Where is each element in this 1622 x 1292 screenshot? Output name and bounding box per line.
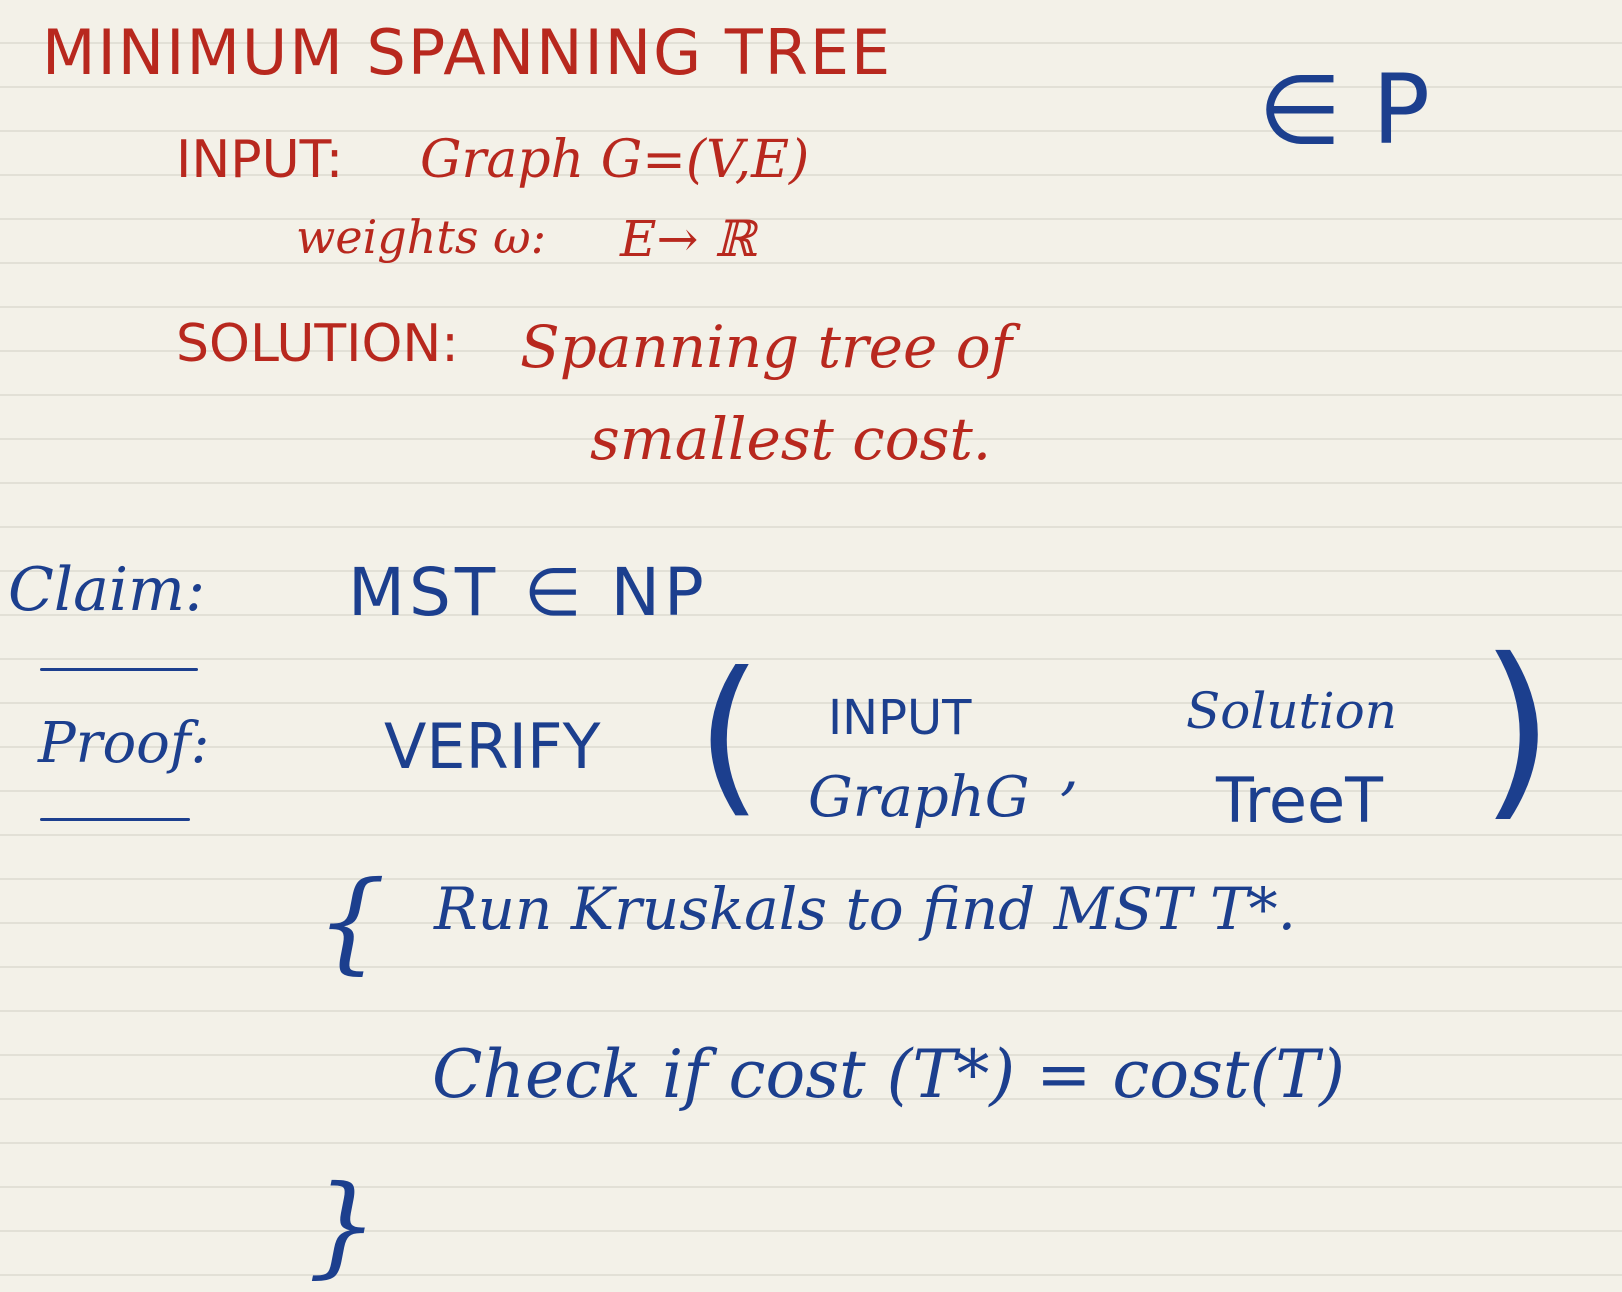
close-brace: } [308, 1161, 378, 1289]
argument-1-label: INPUT [828, 690, 972, 746]
argument-2-label: Solution [1186, 682, 1397, 740]
solution-label: SOLUTION: [176, 314, 459, 374]
input-description: Graph G=(V,E) [420, 130, 810, 190]
solution-description-line-1: Spanning tree of [520, 313, 1013, 381]
argument-1-name: GraphG [808, 765, 1030, 830]
argument-separator: , [1060, 733, 1080, 803]
notebook-page: MINIMUM SPANNING TREE INPUT: Graph G=(V,… [0, 0, 1622, 1292]
weights-function: E→ ℝ [620, 210, 756, 268]
proof-step-2: Check if cost (T*) = cost(T) [432, 1036, 1345, 1113]
claim-label: Claim: [8, 555, 206, 625]
proof-step-1: Run Kruskals to find MST T*. [434, 875, 1297, 943]
argument-2-name: TreeT [1216, 764, 1384, 837]
weights-label: weights ω: [296, 210, 547, 264]
claim-statement: MST ∈ NP [348, 554, 708, 631]
open-brace: { [316, 857, 386, 985]
claim-underline [40, 668, 198, 671]
complexity-class: ∈ P [1258, 54, 1431, 166]
input-label: INPUT: [176, 130, 344, 190]
open-parenthesis: ( [696, 636, 763, 834]
verify-function-name: VERIFY [384, 710, 601, 783]
solution-description-line-2: smallest cost. [590, 405, 992, 473]
page-title: MINIMUM SPANNING TREE [42, 16, 893, 89]
proof-underline [40, 818, 190, 821]
proof-label: Proof: [38, 711, 210, 776]
close-parenthesis: ) [1480, 618, 1555, 839]
